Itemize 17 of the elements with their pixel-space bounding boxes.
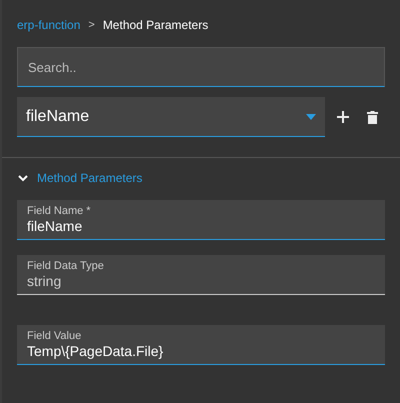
text-field[interactable]: Field Value Temp\{PageData.File} bbox=[17, 325, 385, 365]
field-label: Field Value bbox=[27, 329, 82, 343]
trash-icon[interactable] bbox=[367, 110, 379, 124]
breadcrumb-separator: > bbox=[88, 18, 95, 33]
field-value: string bbox=[27, 273, 62, 290]
breadcrumb-current: Method Parameters bbox=[102, 17, 208, 34]
text-field[interactable]: Field Name * fileName bbox=[17, 200, 385, 240]
search-field[interactable]: Search.. bbox=[17, 47, 385, 87]
field-value: fileName bbox=[27, 218, 84, 235]
caret-icon bbox=[306, 114, 316, 120]
field-label: Field Data Type bbox=[27, 259, 105, 273]
method-dropdown[interactable]: fileName bbox=[17, 97, 325, 137]
breadcrumb-link[interactable]: erp-function bbox=[17, 16, 80, 34]
field-value: Temp\{PageData.File} bbox=[27, 343, 164, 360]
field-label: Field Name * bbox=[27, 204, 92, 218]
chevron-down-icon bbox=[18, 174, 28, 182]
section-header[interactable]: Method Parameters bbox=[2, 170, 400, 186]
